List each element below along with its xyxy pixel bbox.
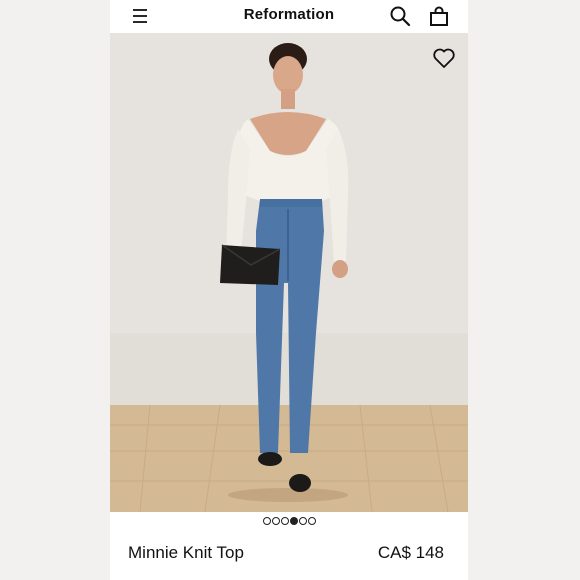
product-screen: Reformation Minnie Knit Top CA$ 148	[110, 0, 468, 580]
product-name: Minnie Knit Top	[128, 543, 244, 562]
carousel-dot[interactable]	[280, 517, 289, 525]
search-button[interactable]	[389, 5, 411, 27]
brand-logo[interactable]: Reformation	[110, 6, 468, 23]
carousel-dot[interactable]	[307, 517, 316, 525]
model-photo	[110, 33, 468, 512]
product-image[interactable]	[110, 33, 468, 512]
right-background	[468, 0, 580, 580]
left-background	[0, 0, 110, 580]
carousel-dot[interactable]	[289, 517, 298, 525]
carousel-dot[interactable]	[271, 517, 280, 525]
heart-icon	[433, 48, 455, 68]
carousel-dot[interactable]	[262, 517, 271, 525]
image-carousel-dots	[110, 517, 468, 527]
top-navigation-bar: Reformation	[110, 0, 468, 33]
product-price: CA$ 148	[377, 543, 444, 562]
search-icon	[390, 6, 411, 27]
carousel-dot[interactable]	[298, 517, 307, 525]
shopping-bag-icon	[430, 6, 448, 26]
favorite-button[interactable]	[432, 47, 456, 69]
shopping-bag-button[interactable]	[428, 5, 450, 27]
